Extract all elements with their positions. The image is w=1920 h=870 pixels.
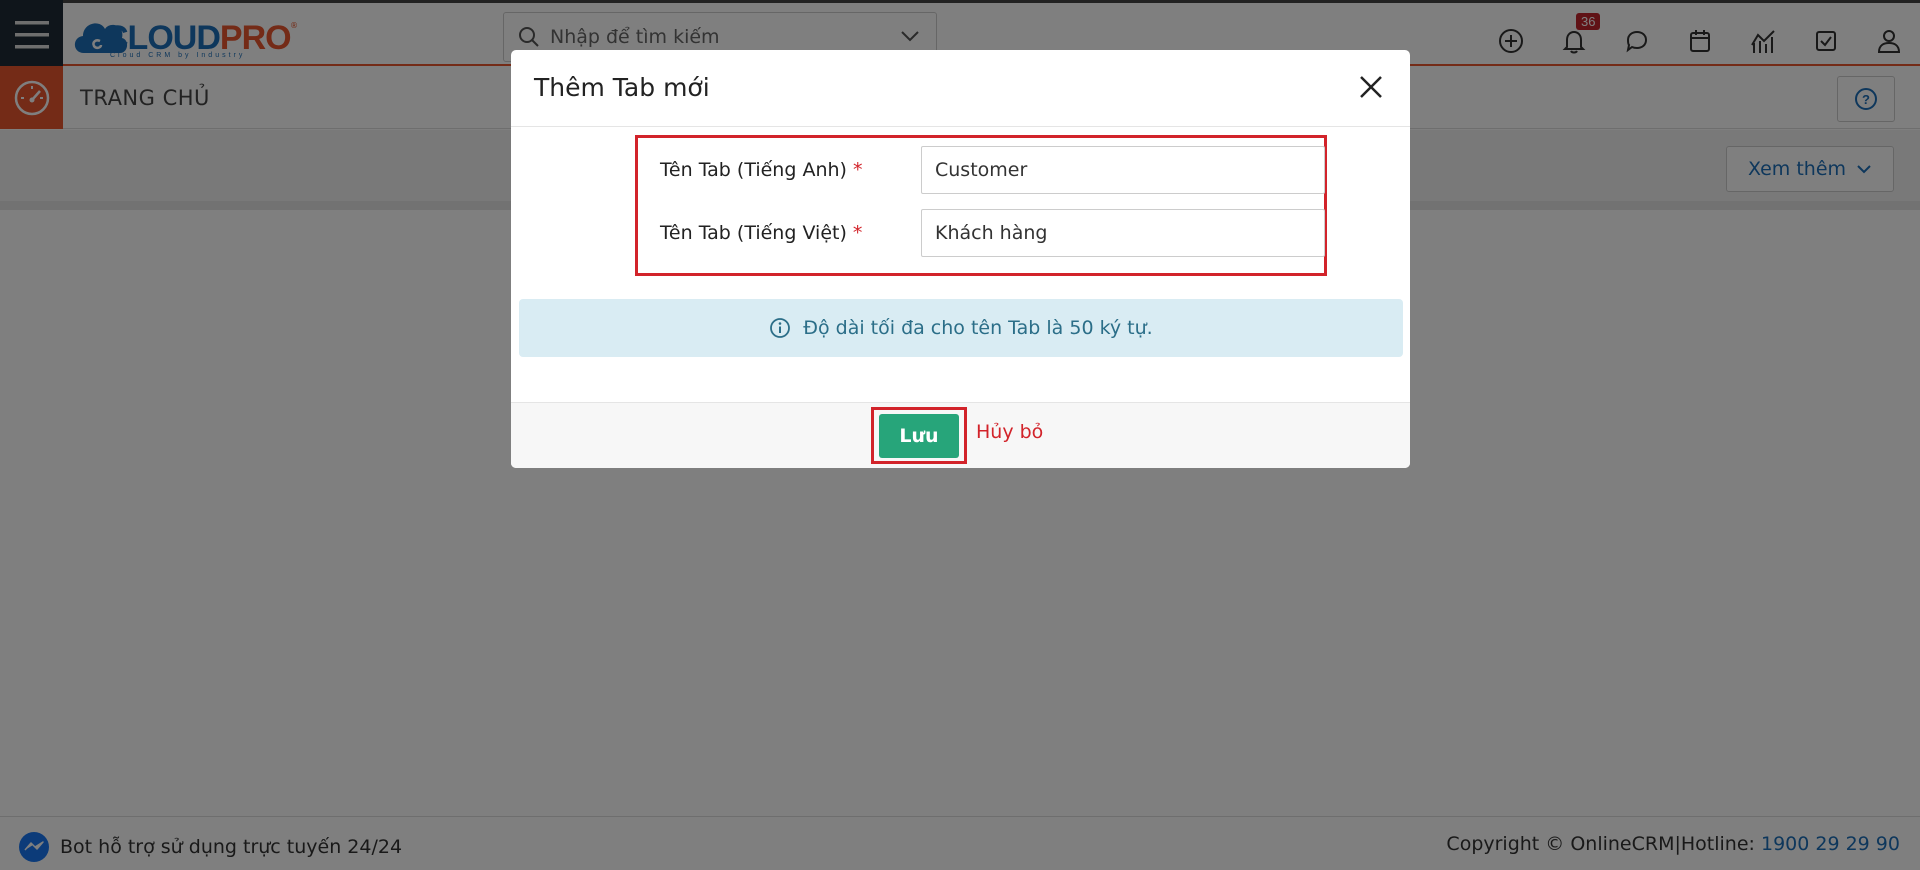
info-icon [770, 318, 791, 338]
fields-highlight-box: Tên Tab (Tiếng Anh)* Tên Tab (Tiếng Việt… [635, 135, 1327, 276]
info-text: Độ dài tối đa cho tên Tab là 50 ký tự. [803, 317, 1153, 339]
modal-footer: Lưu Hủy bỏ [511, 402, 1410, 468]
tab-name-vietnamese-input[interactable] [921, 209, 1325, 257]
close-icon [1360, 76, 1382, 98]
field-label-english: Tên Tab (Tiếng Anh) * [660, 159, 863, 181]
save-button[interactable]: Lưu [879, 414, 959, 458]
field-row-vietnamese: Tên Tab (Tiếng Việt) * [638, 209, 1325, 259]
field-label-vietnamese: Tên Tab (Tiếng Việt) * [660, 222, 863, 244]
modal-body: Tên Tab (Tiếng Anh)* Tên Tab (Tiếng Việt… [511, 127, 1410, 402]
info-alert: Độ dài tối đa cho tên Tab là 50 ký tự. [519, 299, 1403, 357]
modal-header: Thêm Tab mới [511, 50, 1410, 127]
field-row-english: Tên Tab (Tiếng Anh) * [638, 146, 1325, 196]
required-mark: * [852, 222, 863, 244]
add-tab-modal: Thêm Tab mới Tên Tab (Tiếng Anh)* Tên Ta… [511, 50, 1410, 468]
modal-title: Thêm Tab mới [534, 73, 710, 102]
tab-name-english-input[interactable] [921, 146, 1325, 194]
modal-close-button[interactable] [1354, 70, 1388, 104]
required-mark: * [852, 159, 863, 181]
save-highlight-box: Lưu [871, 407, 967, 464]
cancel-link[interactable]: Hủy bỏ [976, 421, 1043, 443]
